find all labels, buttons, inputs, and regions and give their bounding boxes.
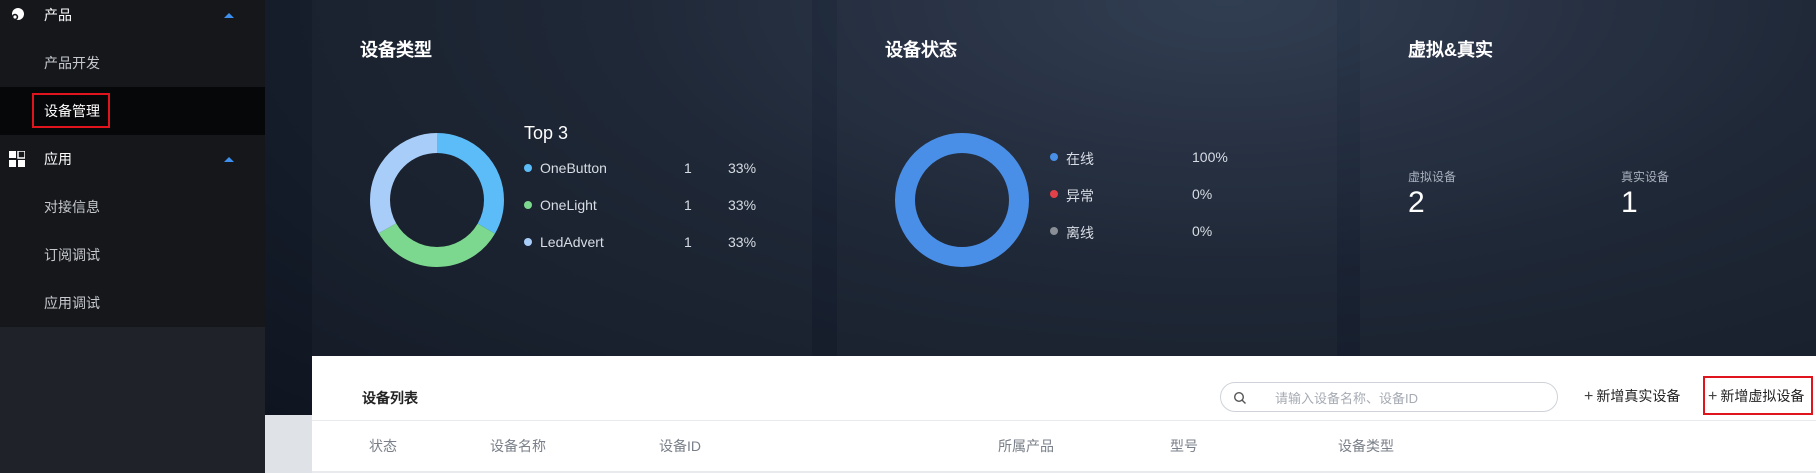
sidebar-item-label: 订阅调试 <box>44 247 100 263</box>
app-grid-icon <box>9 151 25 167</box>
legend-count: 1 <box>684 160 692 176</box>
sidebar-menu: 产品 产品开发 设备管理 应用 对接信息 订阅调试 应用调试 <box>0 0 265 327</box>
device-type-title: 设备类型 <box>360 40 432 60</box>
legend-dot-icon <box>1050 227 1058 235</box>
dashboard: 设备类型 Top 3 OneButton 1 33% OneLight 1 33% LedA… <box>265 0 1816 415</box>
device-status-title: 设备状态 <box>885 40 957 60</box>
legend-item: 异常 0% <box>1050 184 1290 204</box>
legend-dot-icon <box>524 201 532 209</box>
real-device-label: 真实设备 <box>1621 170 1670 184</box>
column-header-model: 型号 <box>1170 438 1198 454</box>
column-header-product: 所属产品 <box>998 438 1054 454</box>
legend-percent: 100% <box>1192 149 1228 165</box>
legend-item: OneLight 1 33% <box>524 195 764 215</box>
device-status-donut <box>895 133 1029 267</box>
legend-percent: 33% <box>728 234 757 250</box>
sidebar-item-product-dev[interactable]: 产品开发 <box>0 39 265 87</box>
legend-label: LedAdvert <box>540 234 604 250</box>
device-list-title: 设备列表 <box>362 390 418 406</box>
sidebar-item-label: 产品开发 <box>44 55 100 71</box>
column-header-device-name: 设备名称 <box>490 438 546 454</box>
sidebar-group-label: 应用 <box>44 151 72 167</box>
legend-item: OneButton 1 33% <box>524 158 764 178</box>
legend-item: 在线 100% <box>1050 147 1290 167</box>
search-icon <box>1233 391 1246 404</box>
sidebar-group-label: 产品 <box>44 7 72 23</box>
add-real-device-button[interactable]: + 新增真实设备 <box>1584 386 1680 406</box>
chevron-up-icon[interactable] <box>224 12 234 18</box>
sidebar: 产品 产品开发 设备管理 应用 对接信息 订阅调试 应用调试 <box>0 0 265 473</box>
donut-slice-在线 <box>895 133 1029 267</box>
product-icon <box>11 8 24 21</box>
legend-percent: 0% <box>1192 223 1213 239</box>
virtual-device-count: 2 <box>1408 186 1425 219</box>
chevron-up-icon[interactable] <box>224 156 234 162</box>
column-header-device-id: 设备ID <box>659 438 701 454</box>
sidebar-item-app-debug[interactable]: 应用调试 <box>0 279 265 327</box>
sidebar-item-integration-info[interactable]: 对接信息 <box>0 183 265 231</box>
sidebar-group-product[interactable]: 产品 <box>0 0 265 39</box>
highlight-box <box>32 93 110 128</box>
device-status-panel: 设备状态 在线 100% 异常 0% 离线 0% <box>837 0 1337 356</box>
legend-label: OneLight <box>540 197 597 213</box>
virtual-device-label: 虚拟设备 <box>1408 170 1457 184</box>
legend-item: 离线 0% <box>1050 221 1290 241</box>
add-real-device-label: 新增真实设备 <box>1596 388 1681 404</box>
sidebar-item-label: 对接信息 <box>44 199 100 215</box>
legend-count: 1 <box>684 234 692 250</box>
search-box[interactable] <box>1220 382 1558 412</box>
legend-dot-icon <box>1050 190 1058 198</box>
virtual-real-panel: 虚拟&真实 虚拟设备 2 真实设备 1 <box>1360 0 1816 356</box>
legend-dot-icon <box>524 164 532 172</box>
plus-icon: + <box>1584 388 1594 405</box>
column-header-status: 状态 <box>369 438 397 454</box>
legend-item: LedAdvert 1 33% <box>524 232 764 252</box>
legend-label: OneButton <box>540 160 607 176</box>
sidebar-group-app[interactable]: 应用 <box>0 135 265 183</box>
legend-label: 异常 <box>1066 188 1094 204</box>
real-device-count: 1 <box>1621 186 1638 219</box>
virtual-real-title: 虚拟&真实 <box>1408 40 1493 60</box>
legend-dot-icon <box>524 238 532 246</box>
legend-count: 1 <box>684 197 692 213</box>
legend-label: 离线 <box>1066 225 1094 241</box>
sidebar-item-subscription-debug[interactable]: 订阅调试 <box>0 231 265 279</box>
device-list-card: 设备列表 +新增真实设备 +新增虚拟设备 状态 设备名称 设备ID 所属产品 型… <box>312 356 1816 473</box>
search-input[interactable] <box>1273 388 1537 408</box>
column-header-device-type: 设备类型 <box>1338 438 1394 454</box>
legend-percent: 33% <box>728 160 757 176</box>
device-type-donut <box>370 133 504 267</box>
device-type-panel: 设备类型 Top 3 OneButton 1 33% OneLight 1 33% LedA… <box>312 0 812 356</box>
legend-percent: 0% <box>1192 186 1213 202</box>
highlight-box <box>1703 376 1813 415</box>
divider <box>312 420 1816 421</box>
sidebar-item-label: 应用调试 <box>44 295 100 311</box>
legend-label: 在线 <box>1066 151 1094 167</box>
top3-label: Top 3 <box>524 123 569 143</box>
legend-percent: 33% <box>728 197 757 213</box>
legend-dot-icon <box>1050 153 1058 161</box>
